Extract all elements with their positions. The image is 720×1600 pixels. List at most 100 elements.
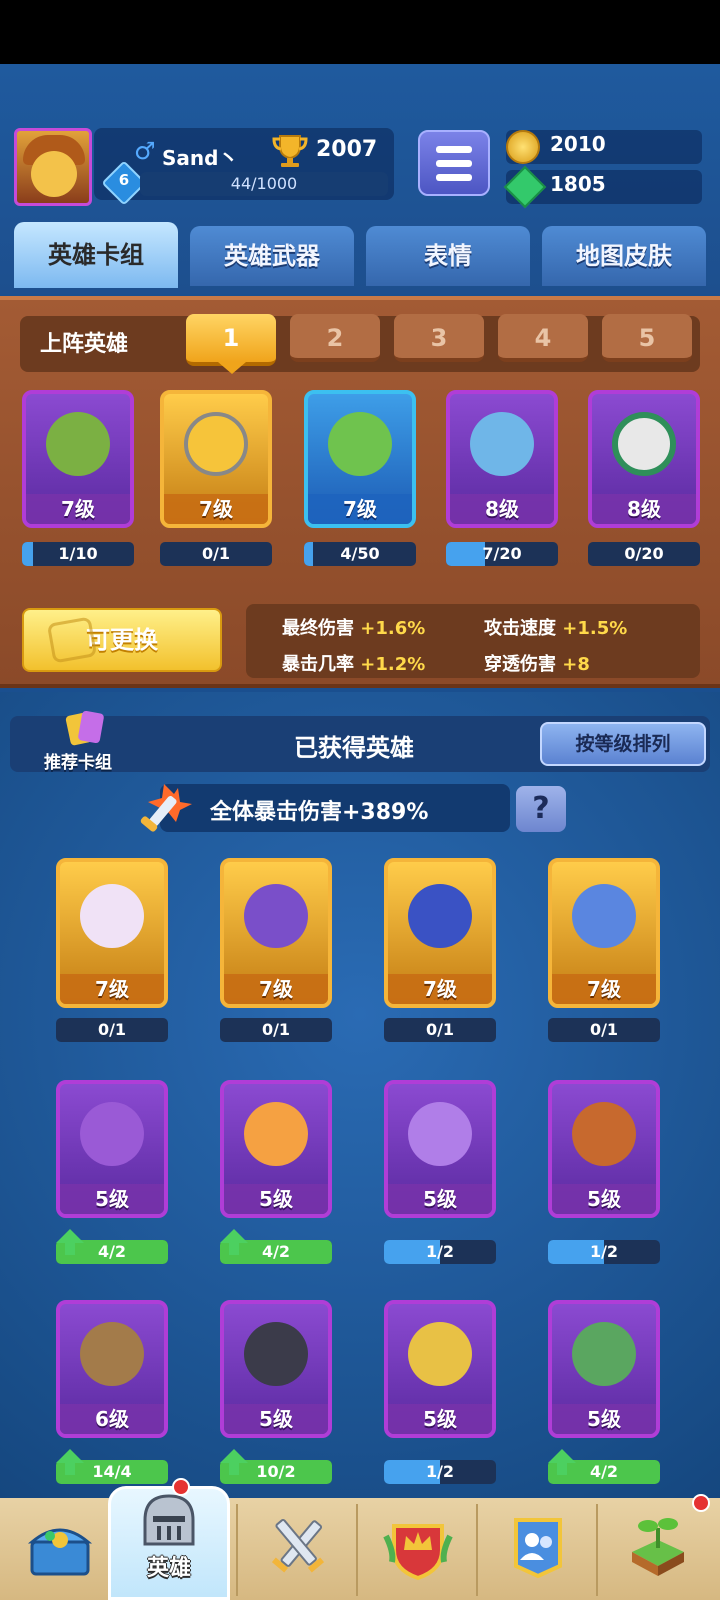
hero-portrait — [572, 1322, 636, 1386]
tab-hero-deck[interactable]: 英雄卡组 — [14, 222, 178, 288]
hero-card[interactable]: 5级 — [384, 1300, 496, 1438]
tab-hero-weapons[interactable]: 英雄武器 — [190, 226, 354, 286]
hero-portrait — [46, 412, 110, 476]
hero-level: 7级 — [164, 494, 268, 524]
sort-by-level-button[interactable]: 按等级排列 — [540, 722, 706, 766]
hero-card[interactable]: 7级 — [548, 858, 660, 1008]
hero-card[interactable]: 7级 — [384, 858, 496, 1008]
player-xp-bar: 44/1000 — [140, 172, 388, 196]
tab-emotes[interactable]: 表情 — [366, 226, 530, 286]
stat-final-damage: 最终伤害 +1.6% — [282, 618, 426, 639]
hero-level: 8级 — [592, 494, 696, 524]
upgrade-arrow-icon — [56, 1449, 84, 1463]
nav-shop[interactable] — [0, 1498, 120, 1600]
hero-card-progress: 1/2 — [548, 1240, 660, 1264]
upgrade-arrow-icon — [56, 1229, 84, 1243]
deck-slot-4[interactable]: 4 — [498, 314, 588, 362]
recommended-deck-icon[interactable] — [64, 708, 110, 748]
player-avatar[interactable] — [14, 128, 92, 206]
hero-level: 7级 — [308, 494, 412, 524]
upgrade-arrow-icon — [65, 1463, 75, 1475]
hero-card[interactable]: 5级 — [548, 1300, 660, 1438]
avatar-face — [31, 151, 77, 197]
hero-card[interactable]: 7级 — [220, 858, 332, 1008]
notification-dot — [172, 1478, 190, 1496]
upgrade-arrow-icon — [229, 1243, 239, 1255]
treasure-chest-icon — [27, 1528, 93, 1576]
menu-icon-line — [436, 174, 472, 181]
crit-damage-bonus: 全体暴击伤害+389% — [210, 800, 429, 825]
hero-card[interactable]: 7级 — [56, 858, 168, 1008]
hero-card[interactable]: 5级 — [56, 1080, 168, 1218]
hero-card[interactable]: 5级 — [548, 1080, 660, 1218]
hero-level: 5级 — [60, 1184, 164, 1214]
notification-dot — [692, 1494, 710, 1512]
hero-card-progress: 0/1 — [548, 1018, 660, 1042]
deck-slot-5[interactable]: 5 — [602, 314, 692, 362]
hero-card-progress: 0/1 — [384, 1018, 496, 1042]
player-level: 6 — [118, 171, 130, 189]
deck-hero-card[interactable]: 8级 — [588, 390, 700, 528]
hero-portrait — [408, 1322, 472, 1386]
hero-portrait — [244, 1102, 308, 1166]
hero-portrait — [80, 884, 144, 948]
deck-hero-card[interactable]: 8级 — [446, 390, 558, 528]
hero-card-progress: 1/10 — [22, 542, 134, 566]
obtained-heroes-title: 已获得英雄 — [294, 734, 414, 762]
crown-shield-icon — [383, 1524, 453, 1581]
deck-hero-card[interactable]: 7级 — [22, 390, 134, 528]
nav-battle[interactable] — [238, 1498, 358, 1600]
hero-portrait — [408, 1102, 472, 1166]
menu-button[interactable] — [418, 130, 490, 196]
hero-card-progress: 4/50 — [304, 542, 416, 566]
hero-level: 7级 — [26, 494, 130, 524]
gold-amount: 2010 — [550, 132, 606, 156]
crossed-swords-icon — [271, 1518, 325, 1573]
hero-portrait — [572, 884, 636, 948]
deck-slot-3[interactable]: 3 — [394, 314, 484, 362]
stat-pierce-damage: 穿透伤害 +8 — [484, 654, 590, 675]
upgrade-arrow-icon — [548, 1449, 576, 1463]
nav-heroes-label: 英雄 — [146, 1556, 191, 1581]
hero-card[interactable]: 6级 — [56, 1300, 168, 1438]
hero-level: 7级 — [224, 974, 328, 1004]
hero-card[interactable]: 5级 — [220, 1300, 332, 1438]
trophy-icon — [272, 135, 308, 167]
hero-portrait — [80, 1322, 144, 1386]
hero-level: 6级 — [60, 1404, 164, 1434]
tab-map-skins[interactable]: 地图皮肤 — [542, 226, 706, 286]
nav-garden[interactable] — [598, 1498, 718, 1600]
deck-slot-1[interactable]: 1 — [186, 314, 276, 366]
hero-level: 7级 — [388, 974, 492, 1004]
menu-icon-line — [436, 146, 472, 153]
hero-portrait — [572, 1102, 636, 1166]
hero-level: 5级 — [388, 1404, 492, 1434]
upgrade-arrow-icon — [229, 1463, 239, 1475]
hero-portrait — [244, 1322, 308, 1386]
nav-social[interactable] — [478, 1498, 598, 1600]
hero-card[interactable]: 5级 — [220, 1080, 332, 1218]
hero-level: 7级 — [552, 974, 656, 1004]
gold-coin-icon — [506, 130, 540, 164]
help-button[interactable]: ? — [516, 786, 566, 832]
hero-portrait — [470, 412, 534, 476]
hero-card[interactable]: 5级 — [384, 1080, 496, 1218]
deck-slot-2[interactable]: 2 — [290, 314, 380, 362]
menu-icon-line — [436, 160, 472, 167]
knight-helmet-icon — [143, 1494, 195, 1546]
stat-attack-speed: 攻击速度 +1.5% — [484, 618, 628, 639]
hero-portrait — [328, 412, 392, 476]
upgrade-arrow-icon — [557, 1463, 567, 1475]
recommended-deck-button[interactable]: 推荐卡组 — [44, 748, 112, 773]
hero-card-progress: 0/1 — [160, 542, 272, 566]
deck-hero-card[interactable]: 7级 — [304, 390, 416, 528]
trophy-count: 2007 — [316, 137, 378, 162]
deployed-heroes-label: 上阵英雄 — [40, 332, 129, 357]
nav-ranking[interactable] — [358, 1498, 478, 1600]
upgrade-arrow-icon — [220, 1229, 248, 1243]
hero-level: 8级 — [450, 494, 554, 524]
upgrade-arrow-icon — [65, 1243, 75, 1255]
hero-level: 5级 — [224, 1404, 328, 1434]
hero-portrait — [80, 1102, 144, 1166]
deck-hero-card[interactable]: 7级 — [160, 390, 272, 528]
